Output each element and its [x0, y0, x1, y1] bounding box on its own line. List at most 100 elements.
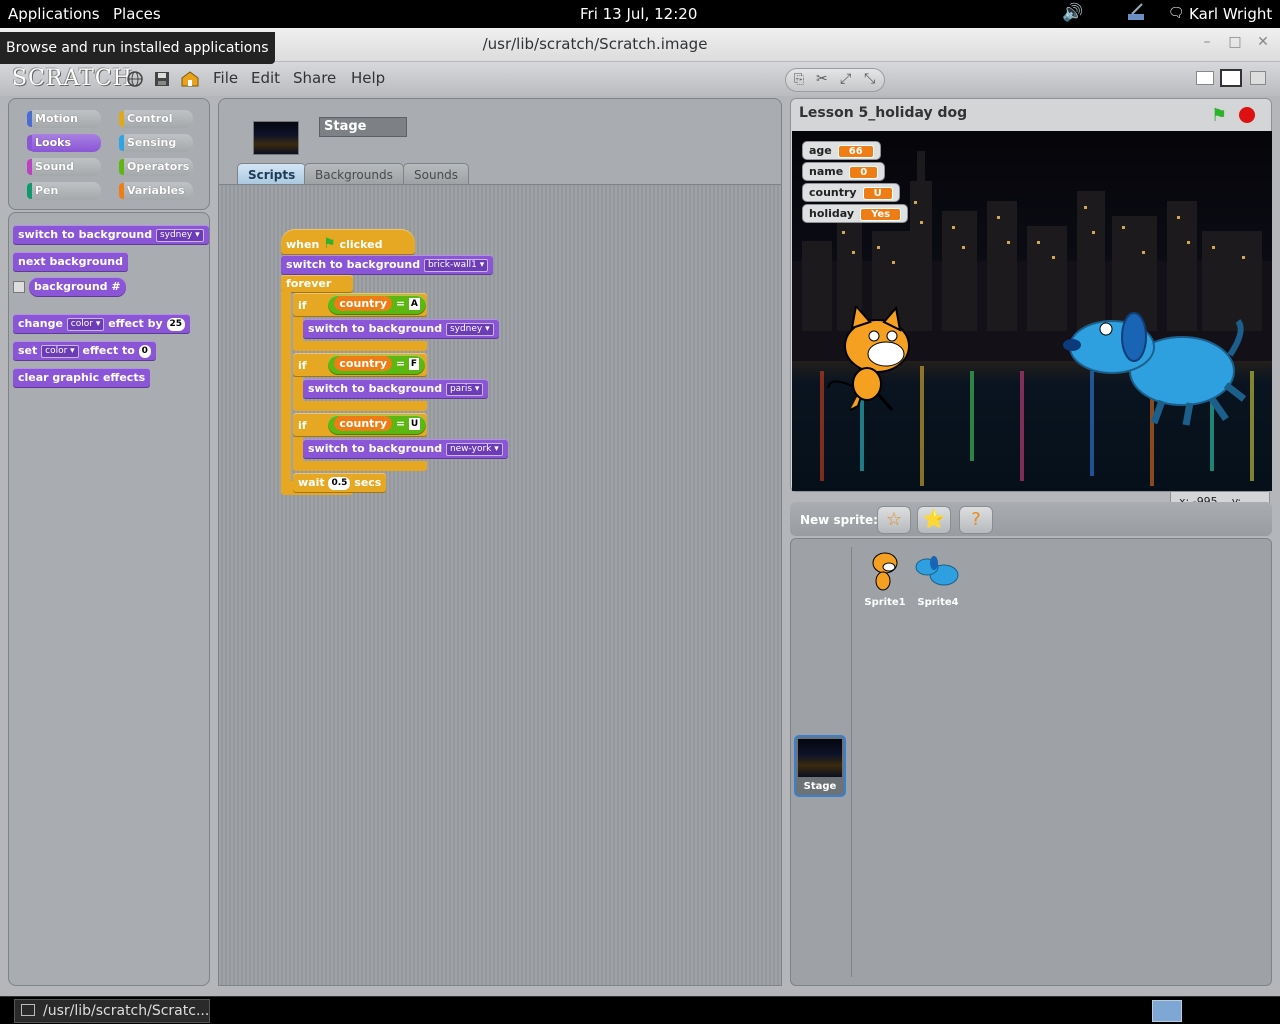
dog-sprite[interactable]	[1062, 311, 1252, 431]
workspace-switcher[interactable]	[1152, 1000, 1182, 1022]
effect-dropdown[interactable]: color ▾	[66, 318, 105, 331]
variable-monitor-country[interactable]: country U	[802, 183, 900, 202]
close-icon[interactable]: ✕	[1252, 34, 1274, 54]
sprite-list: Sprite1 Sprite4 Stage	[790, 538, 1272, 986]
globe-icon[interactable]	[126, 70, 144, 88]
sprite-thumbnail-sprite1[interactable]: Sprite1	[861, 549, 909, 608]
category-pen[interactable]: Pen	[27, 182, 101, 200]
clock[interactable]: Fri 13 Jul, 12:20	[580, 5, 697, 23]
user-menu[interactable]: Karl Wright	[1189, 5, 1272, 23]
switch-background-block[interactable]: switch to background sydney ▾	[13, 225, 209, 245]
dog-sprite-thumbnail	[915, 556, 959, 586]
category-panel: Motion Control Looks Sensing Sound Opera…	[8, 98, 210, 210]
category-sensing[interactable]: Sensing	[119, 134, 193, 152]
compare-value-input[interactable]: U	[408, 418, 421, 430]
maximize-icon[interactable]: □	[1224, 34, 1246, 54]
share-project-icon[interactable]	[180, 70, 199, 88]
country-variable-reporter[interactable]: country	[334, 296, 392, 311]
variable-monitor-name[interactable]: name 0	[802, 162, 886, 181]
duplicate-stamp-icon[interactable]: ⎘	[794, 72, 804, 87]
taskbar-window-button[interactable]: /usr/lib/scratch/Scratc...	[14, 999, 210, 1023]
variable-monitor-holiday[interactable]: holiday Yes	[802, 204, 909, 223]
country-variable-reporter[interactable]: country	[334, 356, 392, 371]
save-icon[interactable]	[153, 70, 171, 88]
if-block[interactable]: if country = F	[293, 353, 427, 377]
background-number-reporter[interactable]: background #	[29, 277, 126, 297]
set-effect-block[interactable]: set color ▾ effect to 0	[13, 341, 156, 361]
category-sound[interactable]: Sound	[27, 158, 101, 176]
scratch-window: SCRATCH File Edit Share Help ⎘ ✂ ⤢ ⤡ Mot…	[0, 62, 1280, 996]
compare-value-input[interactable]: A	[408, 298, 420, 310]
cat-sprite[interactable]	[822, 306, 922, 416]
background-number-checkbox[interactable]	[13, 281, 25, 293]
help-menu[interactable]: Help	[351, 69, 385, 87]
script-area[interactable]: when ⚑ clicked switch to background bric…	[218, 184, 782, 986]
effect-amount-input[interactable]: 25	[166, 318, 186, 331]
category-looks[interactable]: Looks	[27, 134, 101, 152]
script-header: Stage Scripts Backgrounds Sounds	[218, 98, 782, 185]
wait-seconds-input[interactable]: 0.5	[328, 477, 351, 490]
tab-scripts[interactable]: Scripts	[237, 163, 307, 185]
compare-value-input[interactable]: F	[408, 358, 420, 370]
share-menu[interactable]: Share	[293, 69, 336, 87]
variable-monitor-age[interactable]: age 66	[802, 141, 881, 160]
minimize-icon[interactable]: –	[1196, 34, 1218, 54]
switch-background-block[interactable]: switch to background new-york ▾	[303, 439, 508, 459]
change-effect-block[interactable]: change color ▾ effect by 25	[13, 314, 191, 334]
paint-new-sprite-icon[interactable]: ☆	[877, 506, 911, 534]
category-swatch	[119, 135, 124, 151]
if-block[interactable]: if country = U	[293, 413, 427, 437]
equals-operator[interactable]: country = F	[328, 355, 426, 375]
edit-menu[interactable]: Edit	[251, 69, 280, 87]
normal-stage-icon[interactable]	[1220, 69, 1242, 87]
background-dropdown[interactable]: brick-wall1 ▾	[423, 259, 489, 272]
category-variables[interactable]: Variables	[119, 182, 193, 200]
switch-background-block[interactable]: switch to background paris ▾	[303, 379, 489, 399]
random-sprite-icon[interactable]: ?	[959, 506, 993, 534]
if-block[interactable]: if country = A	[293, 293, 427, 317]
tab-backgrounds[interactable]: Backgrounds	[304, 163, 404, 185]
stage-item[interactable]: Stage	[794, 735, 846, 797]
tab-sounds[interactable]: Sounds	[403, 163, 470, 185]
category-control[interactable]: Control	[119, 110, 193, 128]
applications-menu[interactable]: Applications	[8, 5, 100, 23]
if-block-foot	[293, 341, 427, 351]
background-dropdown[interactable]: paris ▾	[445, 383, 484, 396]
background-dropdown[interactable]: new-york ▾	[445, 443, 503, 456]
places-menu[interactable]: Places	[113, 5, 161, 23]
file-menu[interactable]: File	[213, 69, 238, 87]
presentation-mode-icon[interactable]	[1250, 71, 1266, 85]
chat-icon[interactable]: 🗨	[1168, 6, 1185, 21]
wait-block[interactable]: wait 0.5 secs	[293, 473, 387, 493]
grow-icon[interactable]: ⤢	[840, 71, 851, 87]
choose-sprite-file-icon[interactable]: ⭐	[917, 506, 951, 534]
shrink-icon[interactable]: ⤡	[864, 71, 875, 87]
background-dropdown[interactable]: sydney ▾	[445, 323, 494, 336]
switch-background-block[interactable]: switch to background sydney ▾	[303, 319, 499, 339]
next-background-block[interactable]: next background	[13, 252, 128, 272]
small-stage-icon[interactable]	[1196, 71, 1214, 85]
sprite-thumbnail-sprite4[interactable]: Sprite4	[913, 549, 963, 608]
delete-scissors-icon[interactable]: ✂	[816, 71, 828, 87]
equals-operator[interactable]: country = A	[328, 295, 426, 315]
sprite-tools: ⎘ ✂ ⤢ ⤡	[785, 68, 885, 92]
sprite-name-field[interactable]: Stage	[319, 117, 407, 137]
keyboard-icon[interactable]	[1126, 2, 1146, 26]
forever-block[interactable]: forever	[281, 275, 353, 293]
switch-background-block[interactable]: switch to background brick-wall1 ▾	[281, 255, 494, 275]
effect-value-input[interactable]: 0	[138, 345, 151, 358]
volume-icon[interactable]: 🔊	[1062, 3, 1083, 23]
category-operators[interactable]: Operators	[119, 158, 193, 176]
if-block-arm	[293, 437, 303, 461]
country-variable-reporter[interactable]: country	[334, 416, 392, 431]
clear-graphic-effects-block[interactable]: clear graphic effects	[13, 368, 151, 388]
equals-operator[interactable]: country = U	[328, 415, 427, 435]
stop-sign-icon[interactable]	[1239, 107, 1255, 123]
sprite-list-divider	[851, 547, 852, 977]
background-dropdown[interactable]: sydney ▾	[155, 229, 204, 242]
when-flag-clicked-block[interactable]: when ⚑ clicked	[281, 229, 415, 255]
category-motion[interactable]: Motion	[27, 110, 101, 128]
effect-dropdown[interactable]: color ▾	[41, 345, 79, 358]
green-flag-icon[interactable]: ⚑	[1211, 105, 1227, 126]
stage-canvas[interactable]: age 66 name 0 country U holiday Yes	[792, 131, 1272, 491]
